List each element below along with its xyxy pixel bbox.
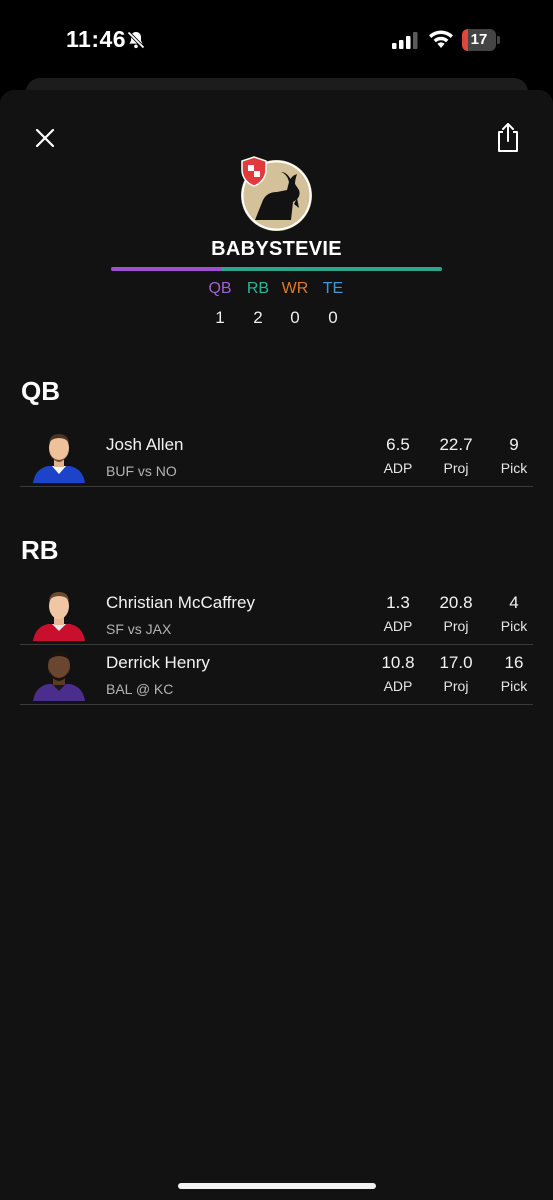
position-count-qb: 1: [215, 308, 225, 327]
home-indicator[interactable]: [178, 1183, 376, 1189]
close-button[interactable]: [30, 123, 60, 153]
player-name: Josh Allen: [106, 435, 184, 454]
adp-value: 10.8: [381, 653, 415, 672]
player-name: Derrick Henry: [106, 653, 210, 672]
pick-value: 16: [504, 653, 524, 672]
proj-stat: 17.0 Proj: [426, 653, 486, 694]
player-name: Christian McCaffrey: [106, 593, 255, 612]
player-row[interactable]: Derrick Henry BAL @ KC 10.8 ADP 17.0 Pro…: [20, 645, 533, 705]
team-name: BABYSTEVIE: [211, 238, 342, 260]
position-labels: QB RB WR TE: [0, 280, 553, 302]
section-title-qb: QB: [21, 376, 60, 406]
wifi-icon: [429, 30, 453, 48]
status-bar: 11:46 17: [0, 0, 553, 80]
pick-stat: 9 Pick: [484, 435, 544, 476]
share-button[interactable]: [494, 121, 522, 153]
adp-stat: 1.3 ADP: [368, 593, 428, 634]
player-headshot: [33, 434, 85, 483]
adp-stat: 6.5 ADP: [368, 435, 428, 476]
shield-badge-icon: [241, 156, 267, 187]
cellular-signal-icon: [392, 32, 418, 49]
position-count-wr: 0: [290, 308, 300, 327]
roster-progress-bar: [111, 267, 442, 271]
pick-stat: 16 Pick: [484, 653, 544, 694]
status-time: 11:46: [66, 26, 127, 52]
battery-icon: 17: [462, 29, 500, 51]
player-row[interactable]: Josh Allen BUF vs NO 6.5 ADP 22.7 Proj 9…: [20, 427, 533, 487]
adp-value: 1.3: [386, 593, 410, 612]
position-count-te: 0: [328, 308, 338, 327]
proj-stat: 22.7 Proj: [426, 435, 486, 476]
adp-label: ADP: [383, 460, 413, 476]
pick-value: 9: [509, 435, 519, 454]
proj-label: Proj: [443, 460, 469, 476]
player-matchup: SF vs JAX: [106, 621, 172, 637]
pick-label: Pick: [500, 678, 528, 694]
section-title-rb: RB: [21, 535, 59, 565]
adp-stat: 10.8 ADP: [368, 653, 428, 694]
proj-label: Proj: [443, 618, 469, 634]
player-headshot: [33, 592, 85, 641]
position-label-rb: RB: [246, 280, 270, 297]
proj-label: Proj: [443, 678, 469, 694]
progress-segment-rb: [221, 267, 442, 271]
proj-value: 17.0: [439, 653, 473, 672]
proj-value: 22.7: [439, 435, 473, 454]
adp-label: ADP: [383, 618, 413, 634]
adp-value: 6.5: [386, 435, 410, 454]
progress-segment-qb: [111, 267, 222, 271]
pick-label: Pick: [500, 460, 528, 476]
proj-value: 20.8: [439, 593, 473, 612]
pick-label: Pick: [500, 618, 528, 634]
pick-stat: 4 Pick: [484, 593, 544, 634]
battery-level: 17: [470, 31, 488, 48]
position-label-te: TE: [322, 280, 344, 297]
player-headshot: [33, 652, 85, 701]
position-counts: 1 2 0 0: [0, 308, 553, 330]
position-label-qb: QB: [208, 280, 232, 297]
position-count-rb: 2: [253, 308, 263, 327]
player-row[interactable]: Christian McCaffrey SF vs JAX 1.3 ADP 20…: [20, 585, 533, 645]
position-label-wr: WR: [281, 280, 309, 297]
player-matchup: BAL @ KC: [106, 681, 174, 697]
adp-label: ADP: [383, 678, 413, 694]
player-matchup: BUF vs NO: [106, 463, 177, 479]
proj-stat: 20.8 Proj: [426, 593, 486, 634]
bell-slash-icon: [127, 31, 145, 49]
pick-value: 4: [509, 593, 519, 612]
